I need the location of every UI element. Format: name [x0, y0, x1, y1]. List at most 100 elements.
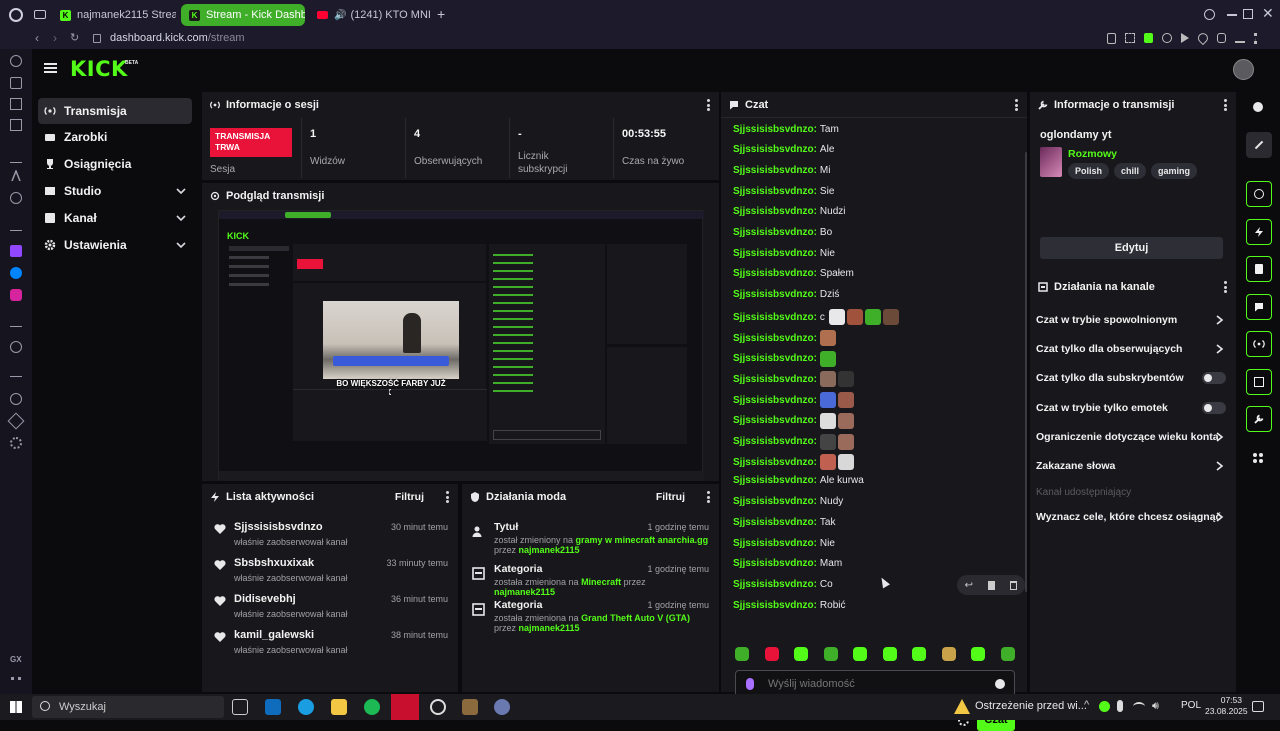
tab-kick-dashboard[interactable]: K Stream - Kick Dashboard — [181, 4, 305, 26]
chat-username[interactable]: Sjjssisisbsvdnzo: — [733, 186, 817, 197]
tray-chevron-icon[interactable]: ^ — [1084, 699, 1089, 711]
chat-username[interactable]: Sjjssisisbsvdnzo: — [733, 415, 817, 426]
gx-corner-icon[interactable] — [10, 98, 22, 110]
channel-action-banned-words[interactable]: Zakazane słowa — [1036, 456, 1228, 476]
filter-button[interactable]: Filtruj — [656, 491, 685, 503]
minecraft-icon[interactable] — [462, 699, 478, 715]
opera-gx-taskbar-icon[interactable] — [391, 694, 419, 720]
sidebar-item-ustawienia[interactable]: Ustawienia — [38, 232, 192, 258]
instagram-icon[interactable] — [10, 289, 22, 301]
chat-username[interactable]: Sjjssisisbsvdnzo: — [733, 395, 817, 406]
chat-username[interactable]: Sjjssisisbsvdnzo: — [733, 144, 817, 155]
channel-action-slow-mode[interactable]: Czat w trybie spowolnionym — [1036, 310, 1228, 330]
stream-category[interactable]: Rozmowy — [1068, 148, 1117, 160]
stream-preview-video[interactable]: KICK BO WIĘKSZOŚĆ FARBY JUŻ ZASCHŁA — [218, 210, 704, 481]
quick-emote-icon[interactable] — [735, 647, 749, 661]
mod-icon[interactable] — [10, 119, 22, 131]
chat-username[interactable]: Sjjssisisbsvdnzo: — [733, 457, 817, 468]
maximize-icon[interactable] — [1243, 9, 1253, 19]
chat-message[interactable]: Sjjssisisbsvdnzo: — [733, 453, 856, 471]
more-options-icon[interactable] — [446, 491, 450, 503]
url-field[interactable]: dashboard.kick.com/stream — [110, 32, 245, 44]
quick-emote-icon[interactable] — [764, 647, 779, 661]
tool-session-button[interactable] — [1246, 331, 1272, 357]
volume-icon[interactable]: 🔊︎ — [1152, 700, 1159, 713]
windows-start-icon[interactable] — [10, 701, 22, 713]
chat-username[interactable]: Sjjssisisbsvdnzo: — [733, 248, 817, 259]
chat-message[interactable]: Sjjssisisbsvdnzo: Spałem — [733, 267, 854, 281]
heart-icon[interactable] — [1195, 31, 1210, 45]
browser-menu-icon[interactable] — [1254, 33, 1258, 44]
tab-kick-stream[interactable]: K najmanek2115 Stream - W — [52, 4, 176, 26]
pin-icon[interactable] — [988, 580, 996, 590]
sidebar-item-studio[interactable]: Studio — [38, 178, 192, 204]
emoji-picker-icon[interactable] — [995, 679, 1005, 689]
forward-arrow-icon[interactable]: › — [53, 31, 57, 45]
delete-icon[interactable] — [1010, 580, 1018, 590]
messenger-icon[interactable] — [10, 267, 22, 279]
chat-input[interactable] — [768, 676, 988, 692]
quick-emote-icon[interactable] — [882, 647, 897, 661]
chat-message[interactable]: Sjjssisisbsvdnzo: Nie — [733, 536, 835, 550]
sidebar-item-transmisja[interactable]: Transmisja — [38, 98, 192, 124]
chat-message[interactable]: Sjjssisisbsvdnzo: Nie — [733, 246, 835, 260]
chat-username[interactable]: Sjjssisisbsvdnzo: — [733, 558, 817, 569]
channel-action-goals[interactable]: Wyznacz cele, które chcesz osiągnąć — [1036, 507, 1228, 527]
chat-message[interactable]: Sjjssisisbsvdnzo: Nudzi — [733, 205, 846, 219]
tool-activity-button[interactable] — [1246, 219, 1272, 245]
play-circle-icon[interactable] — [10, 341, 22, 353]
more-options-icon[interactable] — [707, 491, 711, 503]
gx-control-icon[interactable] — [10, 77, 22, 89]
quick-emote-icon[interactable] — [941, 647, 956, 661]
mod-author[interactable]: najmanek2115 — [494, 587, 555, 597]
quick-emote-icon[interactable] — [912, 647, 927, 661]
tab-menu-icon[interactable] — [34, 10, 46, 19]
chat-message[interactable]: Sjjssisisbsvdnzo: Mam — [733, 557, 842, 571]
emote-only-toggle[interactable] — [1202, 402, 1226, 414]
obs-icon[interactable] — [430, 699, 446, 715]
chat-username[interactable]: Sjjssisisbsvdnzo: — [733, 374, 817, 385]
quick-emote-icon[interactable] — [1000, 647, 1015, 661]
chat-message[interactable]: Sjjssisisbsvdnzo: Sie — [733, 184, 834, 198]
aria-ai-icon[interactable] — [10, 170, 22, 182]
pin-icon[interactable] — [1107, 33, 1116, 44]
player-icon[interactable] — [1180, 33, 1189, 43]
cube-icon[interactable] — [7, 412, 25, 430]
settings-gear-icon[interactable] — [10, 437, 22, 449]
chat-username[interactable]: Sjjssisisbsvdnzo: — [733, 124, 817, 135]
tool-info-button[interactable] — [1246, 406, 1272, 432]
task-view-icon[interactable] — [232, 699, 248, 715]
wifi-icon[interactable] — [1133, 702, 1145, 711]
subscribers-only-toggle[interactable] — [1202, 372, 1226, 384]
search-tabs-icon[interactable] — [1204, 9, 1215, 20]
back-arrow-icon[interactable]: ‹ — [35, 31, 39, 45]
chat-scrollbar[interactable] — [1025, 152, 1027, 592]
kick-logo[interactable]: KICK — [70, 57, 128, 81]
more-options-icon[interactable] — [1224, 99, 1228, 111]
chat-username[interactable]: Sjjssisisbsvdnzo: — [733, 227, 817, 238]
sidebar-item-zarobki[interactable]: Zarobki — [38, 124, 192, 150]
taskbar-notification[interactable]: Ostrzeżenie przed wi... — [975, 700, 1087, 712]
chat-message[interactable]: Sjjssisisbsvdnzo: Tam — [733, 122, 839, 136]
chat-message[interactable]: Sjjssisisbsvdnzo: — [733, 412, 856, 430]
tool-chat-button[interactable] — [1246, 294, 1272, 320]
language-indicator[interactable]: POL — [1181, 700, 1201, 711]
chat-username[interactable]: Sjjssisisbsvdnzo: — [733, 517, 817, 528]
app-icon[interactable] — [494, 699, 510, 715]
close-window-icon[interactable]: ✕ — [1262, 5, 1274, 22]
chat-username[interactable]: Sjjssisisbsvdnzo: — [733, 289, 817, 300]
tool-mod-button[interactable] — [1246, 369, 1272, 395]
taskbar-search[interactable]: Wyszukaj — [32, 696, 224, 718]
chat-username[interactable]: Sjjssisisbsvdnzo: — [733, 333, 817, 344]
taskbar-clock[interactable]: 07:53 23.08.2025 — [1205, 695, 1248, 717]
chat-message[interactable]: Sjjssisisbsvdnzo: — [733, 391, 856, 409]
quick-emote-icon[interactable] — [853, 647, 868, 661]
quick-emote-icon[interactable] — [971, 647, 986, 661]
chat-username[interactable]: Sjjssisisbsvdnzo: — [733, 475, 817, 486]
chat-username[interactable]: Sjjssisisbsvdnzo: — [733, 538, 817, 549]
filter-button[interactable]: Filtruj — [395, 491, 424, 503]
edit-stream-button[interactable]: Edytuj — [1040, 237, 1223, 259]
spotify-icon[interactable] — [364, 699, 380, 715]
hamburger-menu-icon[interactable] — [44, 63, 57, 73]
chat-message[interactable]: Sjjssisisbsvdnzo: Mi — [733, 163, 830, 177]
